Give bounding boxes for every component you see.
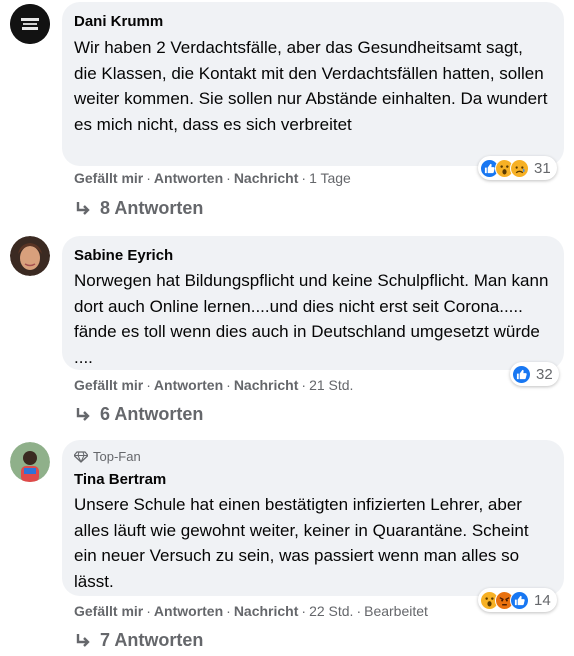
diamond-icon <box>74 451 88 463</box>
like-action[interactable]: Gefällt mir <box>74 170 143 186</box>
comment-text: Unsere Schule hat einen bestätigten infi… <box>74 495 529 591</box>
avatar[interactable] <box>10 236 50 276</box>
comment-text: Wir haben 2 Verdachtsfälle, aber das Ges… <box>74 38 548 134</box>
replies-count: 6 Antworten <box>100 404 204 424</box>
reaction-summary[interactable]: 32 <box>510 362 559 386</box>
view-replies-button[interactable]: 8 Antworten <box>74 198 203 219</box>
like-action[interactable]: Gefällt mir <box>74 603 143 619</box>
like-icon <box>512 364 531 384</box>
edited-label: Bearbeitet <box>364 603 428 619</box>
timestamp[interactable]: 22 Std. <box>309 603 353 619</box>
view-replies-button[interactable]: 7 Antworten <box>74 630 203 651</box>
comment-author[interactable]: Tina Bertram <box>74 470 550 490</box>
reaction-count: 14 <box>534 591 551 609</box>
reply-arrow-icon <box>76 407 90 421</box>
reply-action[interactable]: Antworten <box>154 377 223 393</box>
comment-bubble: Sabine Eyrich Norwegen hat Bildungspflic… <box>62 236 564 370</box>
top-fan-label: Top-Fan <box>93 449 141 464</box>
reply-action[interactable]: Antworten <box>154 170 223 186</box>
comment-text: Norwegen hat Bildungspflicht und keine S… <box>74 271 549 367</box>
timestamp[interactable]: 21 Std. <box>309 377 353 393</box>
top-fan-badge[interactable]: Top-Fan <box>74 448 550 466</box>
view-replies-button[interactable]: 6 Antworten <box>74 404 203 425</box>
avatar[interactable] <box>10 442 50 482</box>
replies-count: 7 Antworten <box>100 630 204 650</box>
reaction-count: 32 <box>536 365 553 383</box>
timestamp[interactable]: 1 Tage <box>309 170 351 186</box>
reaction-summary[interactable]: 31 <box>478 156 557 180</box>
comment-actions: Gefällt mir · Antworten · Nachricht · 22 Std. ·… <box>74 603 428 619</box>
comment-actions: Gefällt mir · Antworten · Nachricht · 21 Std. <box>74 377 354 393</box>
comment-bubble: Top-Fan Tina Bertram Unsere Schule hat e… <box>62 440 564 596</box>
message-action[interactable]: Nachricht <box>234 603 299 619</box>
comment-author[interactable]: Dani Krumm <box>74 12 550 32</box>
reaction-count: 31 <box>534 159 551 177</box>
message-action[interactable]: Nachricht <box>234 170 299 186</box>
avatar-photo-icon <box>10 442 50 482</box>
reply-arrow-icon <box>76 201 90 215</box>
avatar-logo-icon <box>10 4 50 44</box>
reaction-summary[interactable]: 14 <box>478 588 557 612</box>
replies-count: 8 Antworten <box>100 198 204 218</box>
message-action[interactable]: Nachricht <box>234 377 299 393</box>
reply-arrow-icon <box>76 633 90 647</box>
sad-icon <box>510 158 529 178</box>
comment-author[interactable]: Sabine Eyrich <box>74 246 550 266</box>
avatar[interactable] <box>10 4 50 44</box>
comment-actions: Gefällt mir · Antworten · Nachricht · 1 Tage <box>74 170 351 186</box>
reply-action[interactable]: Antworten <box>154 603 223 619</box>
like-icon <box>510 590 529 610</box>
avatar-photo-icon <box>10 236 50 276</box>
comment-bubble: Dani Krumm Wir haben 2 Verdachtsfälle, a… <box>62 2 564 166</box>
like-action[interactable]: Gefällt mir <box>74 377 143 393</box>
